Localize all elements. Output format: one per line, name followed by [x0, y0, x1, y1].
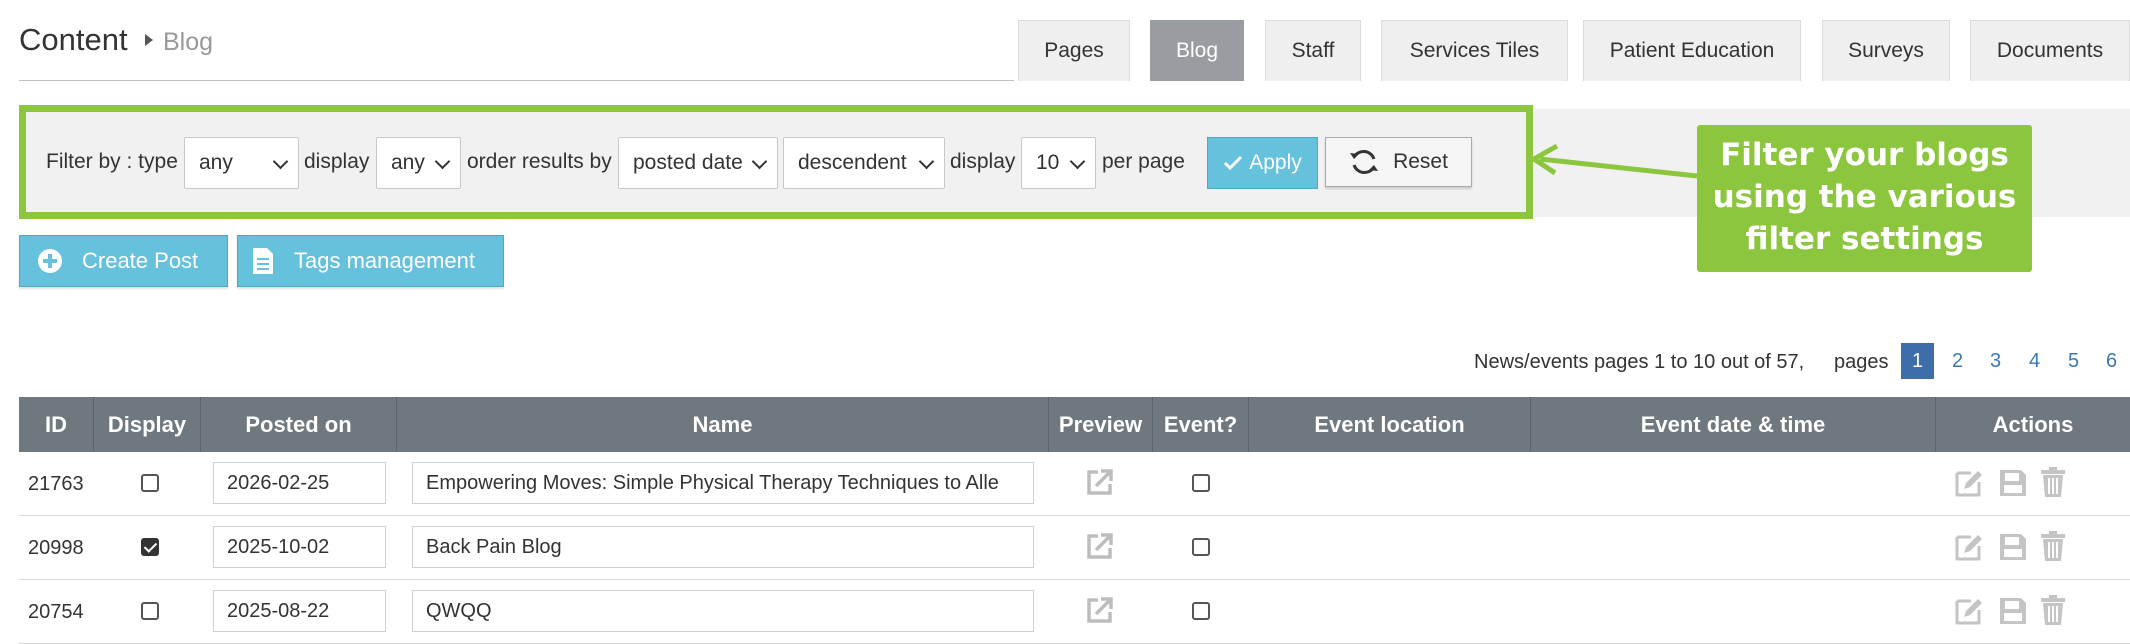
- tab-documents[interactable]: Documents: [1970, 20, 2130, 81]
- filter-perpage-suffix: per page: [1102, 150, 1185, 173]
- checkmark-icon: [1224, 155, 1243, 171]
- filter-display-value: any: [391, 151, 425, 174]
- header-divider: [19, 80, 1014, 81]
- apply-label: Apply: [1249, 151, 1302, 174]
- callout-arrow: [1530, 143, 1698, 179]
- create-post-label: Create Post: [82, 248, 199, 273]
- event-checkbox[interactable]: [1192, 538, 1210, 556]
- filter-order-value: posted date: [633, 151, 743, 174]
- trash-icon[interactable]: [2040, 594, 2066, 626]
- chevron-down-icon: [918, 153, 935, 170]
- edit-icon[interactable]: [1954, 532, 1984, 562]
- col-preview: Preview: [1049, 397, 1153, 452]
- page-link-1[interactable]: 1: [1901, 343, 1934, 379]
- filter-type-select[interactable]: any: [184, 137, 299, 189]
- col-actions: Actions: [1992, 411, 2074, 437]
- chevron-down-icon: [1069, 153, 1086, 170]
- plus-circle-icon: [38, 249, 62, 273]
- breadcrumb: Blog: [163, 28, 214, 56]
- tab-surveys[interactable]: Surveys: [1822, 20, 1950, 81]
- col-event-location: Event location: [1249, 397, 1531, 452]
- caret-right-icon: [145, 34, 153, 46]
- filter-display-label: display: [304, 150, 370, 173]
- page-title: Content: [19, 22, 128, 57]
- external-link-icon[interactable]: [1085, 467, 1115, 497]
- filter-display-select[interactable]: any: [376, 137, 461, 189]
- col-id: ID: [19, 397, 94, 452]
- callout-line-3: filter settings: [1745, 221, 1984, 257]
- save-icon[interactable]: [1998, 532, 2028, 562]
- create-post-button[interactable]: Create Post: [19, 235, 228, 287]
- chevron-down-icon: [751, 153, 768, 170]
- row-id: 21763: [28, 473, 84, 495]
- external-link-icon[interactable]: [1085, 531, 1115, 561]
- col-name: Name: [397, 397, 1049, 452]
- filter-direction-value: descendent: [798, 151, 907, 174]
- filter-perpage-value: 10: [1036, 151, 1060, 174]
- tab-patient-education[interactable]: Patient Education: [1583, 20, 1801, 81]
- save-icon[interactable]: [1998, 468, 2028, 498]
- col-event-datetime: Event date & time: [1531, 397, 1936, 452]
- filter-perpage-label: display: [950, 150, 1016, 173]
- page-link-3[interactable]: 3: [1979, 343, 2012, 379]
- chevron-down-icon: [272, 153, 289, 170]
- filter-order-label: order results by: [467, 150, 612, 173]
- filter-type-label: Filter by : type: [46, 150, 178, 173]
- event-checkbox[interactable]: [1192, 602, 1210, 620]
- page-link-4[interactable]: 4: [2018, 343, 2051, 379]
- posted-on-input[interactable]: 2025-10-02: [213, 526, 386, 568]
- event-checkbox[interactable]: [1192, 474, 1210, 492]
- tab-blog[interactable]: Blog: [1150, 20, 1244, 81]
- reset-label: Reset: [1393, 150, 1448, 173]
- external-link-icon[interactable]: [1085, 595, 1115, 625]
- posted-on-input[interactable]: 2025-08-22: [213, 590, 386, 632]
- edit-icon[interactable]: [1954, 468, 1984, 498]
- edit-icon[interactable]: [1954, 596, 1984, 626]
- save-icon[interactable]: [1998, 596, 2028, 626]
- refresh-icon: [1350, 150, 1379, 174]
- trash-icon[interactable]: [2040, 466, 2066, 498]
- row-id: 20998: [28, 537, 84, 559]
- reset-button[interactable]: Reset: [1325, 137, 1472, 187]
- col-display: Display: [94, 397, 201, 452]
- filter-direction-select[interactable]: descendent: [783, 137, 945, 189]
- trash-icon[interactable]: [2040, 530, 2066, 562]
- tab-pages[interactable]: Pages: [1018, 20, 1130, 81]
- col-posted-on: Posted on: [201, 397, 397, 452]
- tab-services-tiles[interactable]: Services Tiles: [1381, 20, 1568, 81]
- name-input[interactable]: Back Pain Blog: [412, 526, 1034, 568]
- col-event: Event?: [1153, 397, 1249, 452]
- posted-on-input[interactable]: 2026-02-25: [213, 462, 386, 504]
- chevron-down-icon: [434, 153, 451, 170]
- pagination-label: pages: [1834, 351, 1889, 373]
- callout-line-1: Filter your blogs: [1720, 137, 2009, 173]
- display-checkbox[interactable]: [141, 602, 159, 620]
- tags-management-label: Tags management: [294, 248, 475, 273]
- name-input[interactable]: Empowering Moves: Simple Physical Therap…: [412, 462, 1034, 504]
- page-link-2[interactable]: 2: [1941, 343, 1974, 379]
- tags-management-button[interactable]: Tags management: [237, 235, 504, 287]
- filter-perpage-select[interactable]: 10: [1021, 137, 1096, 189]
- display-checkbox[interactable]: [141, 538, 159, 556]
- callout-note: Filter your blogs using the various filt…: [1697, 125, 2032, 272]
- filter-order-select[interactable]: posted date: [618, 137, 778, 189]
- page-link-5[interactable]: 5: [2057, 343, 2090, 379]
- display-checkbox[interactable]: [141, 474, 159, 492]
- callout-line-2: using the various: [1712, 179, 2017, 215]
- pagination-info: News/events pages 1 to 10 out of 57,: [1474, 351, 1805, 373]
- document-icon: [253, 248, 273, 274]
- name-input[interactable]: QWQQ: [412, 590, 1034, 632]
- filter-type-value: any: [199, 151, 233, 174]
- row-id: 20754: [28, 601, 84, 623]
- tab-staff[interactable]: Staff: [1265, 20, 1361, 81]
- apply-button[interactable]: Apply: [1207, 137, 1318, 189]
- page-link-6[interactable]: 6: [2095, 343, 2128, 379]
